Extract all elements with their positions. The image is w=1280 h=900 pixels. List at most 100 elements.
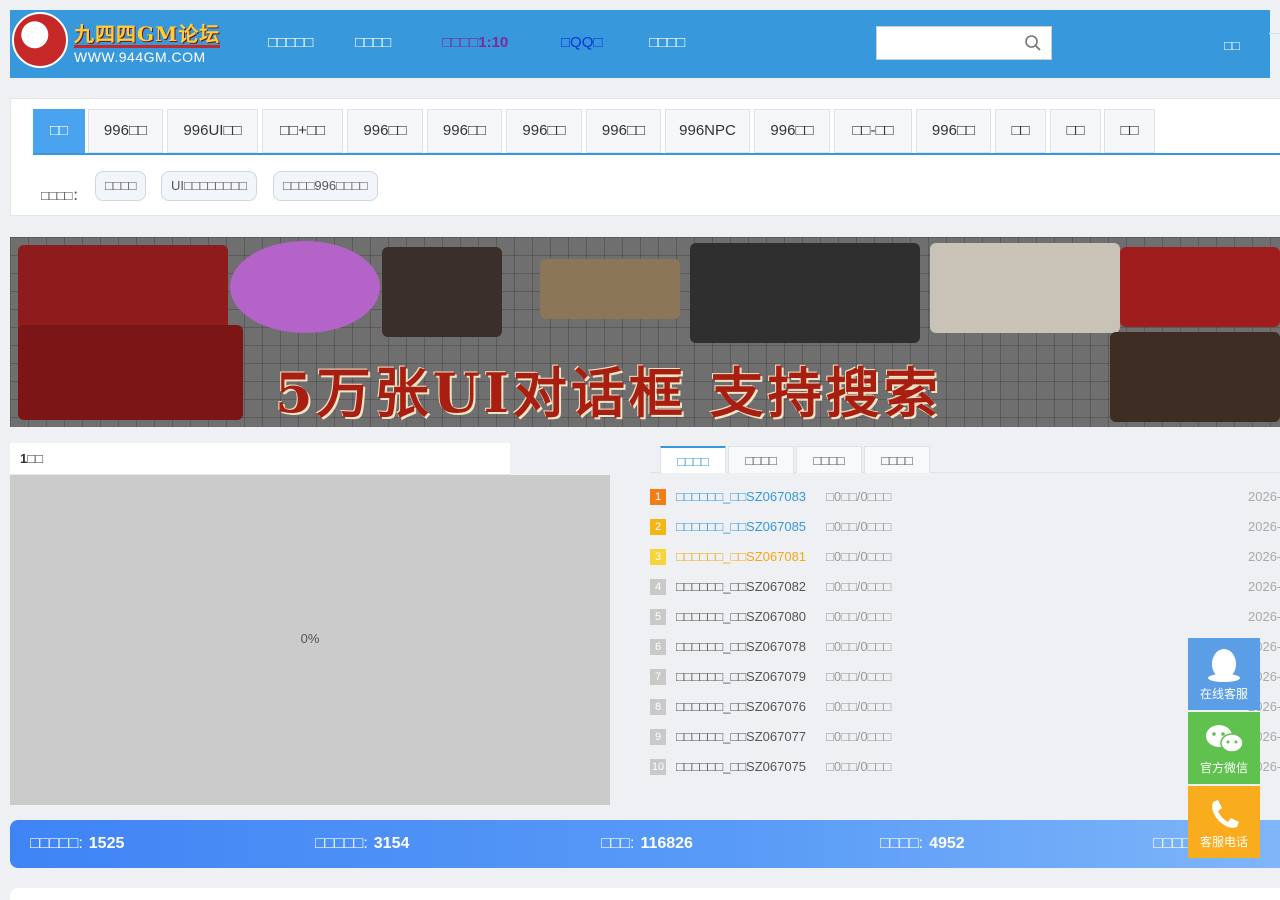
category-panel: □□ 996□□ 996UI□□ □□+□□ 996□□ 996□□ 996□□…: [10, 98, 1280, 216]
post-date: 2026-: [1248, 609, 1280, 624]
category-tab[interactable]: □□: [1104, 109, 1155, 153]
stat-label: □□□□□:: [315, 835, 368, 852]
rank-number: 1: [650, 489, 666, 505]
post-title-link[interactable]: □□□□□□_□□SZ067083: [676, 489, 806, 504]
nav-item-2[interactable]: □□□□: [355, 10, 391, 78]
phone-service-button[interactable]: 客服电话: [1188, 786, 1260, 858]
ranking-tab[interactable]: □□□□: [728, 446, 794, 473]
post-title-link[interactable]: □□□□□□_□□SZ067075: [676, 759, 806, 774]
post-stats: □0□□/0□□□: [826, 489, 892, 504]
list-item[interactable]: 6 □□□□□□_□□SZ067078 □0□□/0□□□ 2026-: [650, 637, 1280, 657]
nav-item-5[interactable]: □□□□: [649, 10, 685, 78]
post-stats: □0□□/0□□□: [826, 579, 892, 594]
ranking-tab[interactable]: □□□□: [864, 446, 930, 473]
hot-tag[interactable]: □□□□996□□□□: [273, 171, 378, 201]
search-icon[interactable]: [1025, 35, 1041, 51]
ranking-tab[interactable]: □□□□: [660, 446, 726, 473]
nav-item-1[interactable]: □□□□□: [268, 10, 313, 78]
post-title-link[interactable]: □□□□□□_□□SZ067079: [676, 669, 806, 684]
category-tab[interactable]: 996□□: [754, 109, 830, 153]
nav-item-ratio[interactable]: □□□□1:10: [442, 10, 508, 78]
online-service-button[interactable]: 在线客服: [1188, 638, 1260, 710]
site-header: 九四四GM论坛 WWW.944GM.COM □□□□□ □□□□ □□□□1:1…: [10, 10, 1270, 78]
list-item[interactable]: 10 □□□□□□_□□SZ067075 □0□□/0□□□ 2026-: [650, 757, 1280, 777]
rank-number: 6: [650, 639, 666, 655]
category-tab[interactable]: 996NPC: [665, 109, 750, 153]
list-item[interactable]: 5 □□□□□□_□□SZ067080 □0□□/0□□□ 2026-: [650, 607, 1280, 627]
hot-tag[interactable]: UI□□□□□□□□: [161, 171, 257, 201]
logo-title: 九四四GM论坛: [74, 22, 221, 46]
post-stats: □0□□/0□□□: [826, 759, 892, 774]
banner-art-gift: [18, 245, 228, 335]
rank-number: 8: [650, 699, 666, 715]
category-tab[interactable]: 996□□: [427, 109, 502, 153]
ranking-tabs: □□□□ □□□□ □□□□ □□□□: [650, 446, 1280, 473]
category-tab[interactable]: □□-□□: [834, 109, 912, 153]
rank-number: 10: [650, 759, 666, 775]
progress-percent: 0%: [300, 631, 320, 646]
list-item[interactable]: 2 □□□□□□_□□SZ067085 □0□□/0□□□ 2026-: [650, 517, 1280, 537]
list-item[interactable]: 8 □□□□□□_□□SZ067076 □0□□/0□□□ 2026-: [650, 697, 1280, 717]
post-stats: □0□□/0□□□: [826, 549, 892, 564]
dragon-logo-icon: [12, 12, 68, 68]
rank-number: 5: [650, 609, 666, 625]
logo-url: WWW.944GM.COM: [74, 49, 206, 65]
category-tab[interactable]: 996□□: [88, 109, 163, 153]
category-tab[interactable]: 996□□: [586, 109, 661, 153]
category-tab[interactable]: 996□□: [506, 109, 582, 153]
category-tab[interactable]: □□+□□: [262, 109, 343, 153]
stat-label: □□□□□:: [30, 835, 83, 852]
search-input[interactable]: [877, 27, 1017, 59]
banner-art-scroll: [540, 259, 680, 319]
hot-tag[interactable]: □□□□: [95, 171, 147, 201]
banner-art-dialog: [690, 243, 920, 343]
post-title-link[interactable]: □□□□□□_□□SZ067078: [676, 639, 806, 654]
banner-art-warrior: [930, 243, 1120, 333]
list-item[interactable]: 3 □□□□□□_□□SZ067081 □0□□/0□□□ 2026-: [650, 547, 1280, 567]
online-service-label: 在线客服: [1199, 687, 1248, 701]
category-tab[interactable]: 996□□: [916, 109, 991, 153]
post-stats: □0□□/0□□□: [826, 729, 892, 744]
post-date: 2026-: [1248, 549, 1280, 564]
list-item[interactable]: 4 □□□□□□_□□SZ067082 □0□□/0□□□ 2026-: [650, 577, 1280, 597]
post-title-link[interactable]: □□□□□□_□□SZ067077: [676, 729, 806, 744]
ranking-tab[interactable]: □□□□: [796, 446, 862, 473]
post-date: 2026-: [1248, 579, 1280, 594]
list-item[interactable]: 1 □□□□□□_□□SZ067083 □0□□/0□□□ 2026-: [650, 487, 1280, 507]
site-logo[interactable]: 九四四GM论坛 WWW.944GM.COM: [10, 10, 230, 78]
banner-art-portal: [230, 241, 380, 333]
banner-art-daily: [1120, 247, 1280, 327]
category-tab[interactable]: 996UI□□: [167, 109, 258, 153]
post-title-link[interactable]: □□□□□□_□□SZ067082: [676, 579, 806, 594]
progress-panel: 0%: [10, 475, 610, 805]
hot-tags-label: □□□□：: [41, 188, 86, 203]
category-tab[interactable]: □□: [33, 109, 85, 153]
post-title-link[interactable]: □□□□□□_□□SZ067081: [676, 549, 806, 564]
stat-value: 1525: [88, 835, 125, 852]
stat-item: □□□□□: 1525: [30, 820, 124, 868]
category-tab[interactable]: □□: [1050, 109, 1101, 153]
post-title-link[interactable]: □□□□□□_□□SZ067085: [676, 519, 806, 534]
progress-panel-header: 1□□: [10, 443, 510, 475]
list-item[interactable]: 9 □□□□□□_□□SZ067077 □0□□/0□□□ 2026-: [650, 727, 1280, 747]
stat-item: □□□: 116826: [601, 820, 693, 868]
rank-number: 4: [650, 579, 666, 595]
banner-art-sword: [382, 247, 502, 337]
list-item[interactable]: 7 □□□□□□_□□SZ067079 □0□□/0□□□ 2026-: [650, 667, 1280, 687]
category-tab[interactable]: 996□□: [347, 109, 423, 153]
progress-panel-title: 1□□: [20, 451, 43, 466]
post-title-link[interactable]: □□□□□□_□□SZ067080: [676, 609, 806, 624]
nav-item-qq[interactable]: □QQ□: [561, 10, 602, 78]
post-title-link[interactable]: □□□□□□_□□SZ067076: [676, 699, 806, 714]
login-link[interactable]: □□: [1224, 10, 1240, 82]
wechat-icon: [1206, 725, 1244, 753]
post-stats: □0□□/0□□□: [826, 519, 892, 534]
wechat-button[interactable]: 官方微信: [1188, 712, 1260, 784]
promo-banner[interactable]: 5万张UI对话框 支持搜索: [10, 237, 1280, 427]
stat-value: 116826: [640, 835, 693, 852]
post-stats: □0□□/0□□□: [826, 699, 892, 714]
header-edge-line: [1269, 33, 1280, 34]
category-tab[interactable]: □□: [995, 109, 1046, 153]
stat-item: □□□□: 4952: [880, 820, 965, 868]
stat-label: □□□:: [601, 835, 635, 852]
